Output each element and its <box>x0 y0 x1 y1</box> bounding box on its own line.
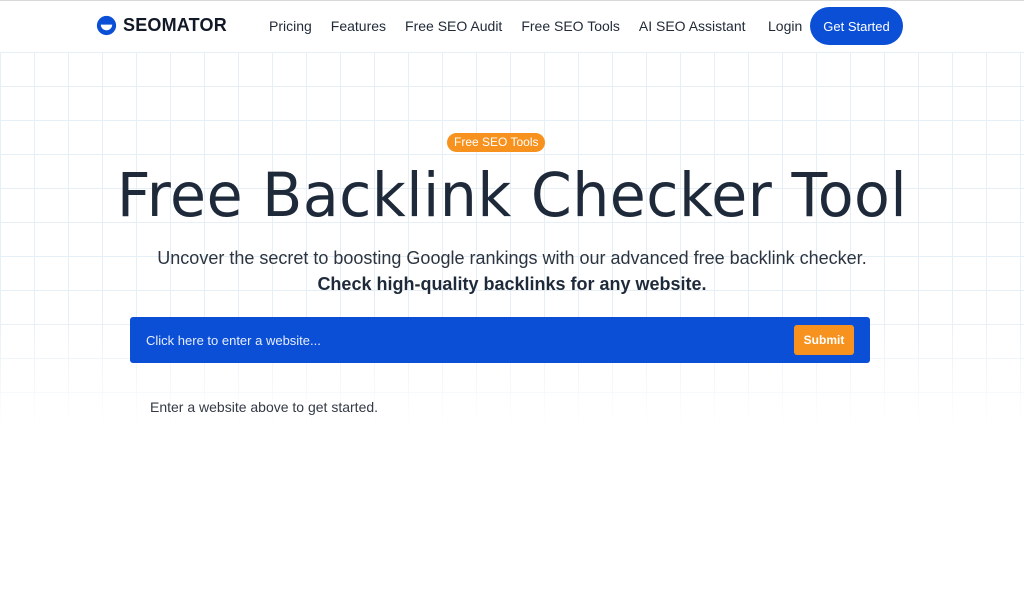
seomator-logo-icon <box>96 15 117 36</box>
login-link[interactable]: Login <box>768 18 802 34</box>
submit-button[interactable]: Submit <box>794 325 854 355</box>
nav-link-features[interactable]: Features <box>331 18 386 34</box>
website-input[interactable] <box>130 317 780 363</box>
grid-background <box>0 52 1024 430</box>
nav-link-free-seo-tools[interactable]: Free SEO Tools <box>521 18 620 34</box>
get-started-button[interactable]: Get Started <box>810 7 903 45</box>
hero-subtitle: Uncover the secret to boosting Google ra… <box>157 248 867 268</box>
nav-link-pricing[interactable]: Pricing <box>269 18 312 34</box>
hint-text: Enter a website above to get started. <box>150 399 379 415</box>
hero-subtitle-bold: Check high-quality backlinks for any web… <box>317 274 707 294</box>
page-title: Free Backlink Checker Tool <box>116 160 908 231</box>
website-search-form: Submit <box>130 317 870 363</box>
logo-link[interactable]: SEOMATOR <box>96 15 227 36</box>
free-seo-tools-badge: Free SEO Tools <box>447 133 546 152</box>
nav-link-free-seo-audit[interactable]: Free SEO Audit <box>405 18 502 34</box>
logo-text: SEOMATOR <box>123 15 227 35</box>
nav-link-ai-seo-assistant[interactable]: AI SEO Assistant <box>639 18 746 34</box>
navbar: SEOMATOR Pricing Features Free SEO Audit… <box>0 1 1024 51</box>
main-nav: Pricing Features Free SEO Audit Free SEO… <box>269 18 746 34</box>
